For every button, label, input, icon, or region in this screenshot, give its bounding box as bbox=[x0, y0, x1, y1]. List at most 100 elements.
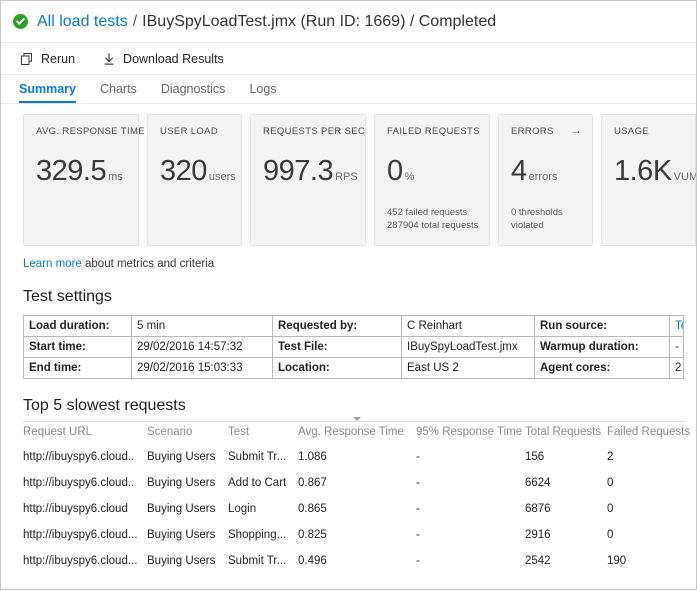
tab-logs[interactable]: Logs bbox=[249, 82, 276, 103]
table-header-row: Request URL Scenario Test Avg. Response … bbox=[23, 417, 690, 444]
table-row[interactable]: http://ibuyspy6.cloud... Buying Users Su… bbox=[23, 548, 686, 574]
cell-scenario: Buying Users bbox=[147, 529, 216, 541]
metric-card-failed-requests: FAILED REQUESTS 0 % 452 failed requests … bbox=[374, 114, 490, 246]
cell-scenario: Buying Users bbox=[147, 555, 216, 567]
metric-card-avg-response-time: AVG. RESPONSE TIME 329.5 ms bbox=[23, 114, 145, 246]
cell-total-requests: 6624 bbox=[525, 477, 551, 489]
download-results-button[interactable]: Download Results bbox=[101, 51, 224, 66]
table-row: Start time: 29/02/2016 14:57:32 Test Fil… bbox=[23, 336, 684, 358]
setting-value-test-file: IBuySpyLoadTest.jmx bbox=[401, 336, 535, 358]
breadcrumb: All load tests / IBuySpyLoadTest.jmx (Ru… bbox=[1, 1, 696, 43]
tab-summary[interactable]: Summary bbox=[19, 82, 76, 103]
setting-label-location: Location: bbox=[272, 357, 402, 379]
cell-p95-response: - bbox=[416, 529, 420, 541]
run-source-link[interactable]: Team Services portal bbox=[675, 320, 683, 332]
setting-value-agent-cores: 2 bbox=[669, 357, 684, 379]
learn-more-row: Learn more about metrics and criteria bbox=[23, 258, 696, 270]
setting-value-run-source: Team Services portal bbox=[669, 315, 684, 337]
cell-avg-response: 1.086 bbox=[298, 451, 327, 463]
setting-value-location: East US 2 bbox=[401, 357, 535, 379]
metric-value-unit: RPS bbox=[335, 171, 358, 183]
column-header-avg-response-time[interactable]: Avg. Response Time bbox=[298, 417, 416, 444]
cell-request-url: http://ibuyspy6.cloud bbox=[23, 503, 128, 515]
metric-value-number: 329.5 bbox=[36, 155, 107, 187]
arrow-right-icon[interactable]: → bbox=[570, 124, 582, 136]
learn-more-text: about metrics and criteria bbox=[81, 258, 215, 270]
metric-value-number: 0 bbox=[387, 155, 403, 187]
metric-value-number: 4 bbox=[511, 155, 527, 187]
cell-failed-requests: 2 bbox=[607, 451, 614, 463]
setting-label-agent-cores: Agent cores: bbox=[534, 357, 670, 379]
tab-charts[interactable]: Charts bbox=[100, 82, 137, 103]
metric-cards: AVG. RESPONSE TIME 329.5 ms USER LOAD 32… bbox=[1, 104, 696, 246]
cell-p95-response: - bbox=[416, 477, 420, 489]
metric-card-value: 997.3 RPS bbox=[263, 157, 358, 186]
cell-scenario: Buying Users bbox=[147, 477, 216, 489]
load-test-summary-page: All load tests / IBuySpyLoadTest.jmx (Ru… bbox=[0, 0, 697, 590]
breadcrumb-separator: / bbox=[132, 12, 138, 30]
metric-value-number: 320 bbox=[160, 155, 207, 187]
setting-label-warmup-duration: Warmup duration: bbox=[534, 336, 670, 358]
slowest-requests-table: Request URL Scenario Test Avg. Response … bbox=[23, 417, 690, 574]
cell-failed-requests: 0 bbox=[607, 529, 614, 541]
metric-card-user-load: USER LOAD 320 users bbox=[147, 114, 242, 246]
metric-card-title: FAILED REQUESTS bbox=[387, 126, 480, 137]
cell-test: Submit Tr... bbox=[228, 451, 287, 463]
column-header-total-requests[interactable]: Total Requests bbox=[525, 422, 607, 444]
table-row[interactable]: http://ibuyspy6.cloud.. Buying Users Add… bbox=[23, 470, 686, 496]
slowest-requests-heading: Top 5 slowest requests bbox=[23, 397, 186, 414]
table-row[interactable]: http://ibuyspy6.cloud.. Buying Users Sub… bbox=[23, 444, 686, 470]
cell-total-requests: 156 bbox=[525, 451, 545, 463]
breadcrumb-all-load-tests-link[interactable]: All load tests bbox=[37, 13, 128, 31]
cell-test: Add to Cart bbox=[228, 477, 287, 489]
setting-label-test-file: Test File: bbox=[272, 336, 402, 358]
metric-value-unit: ms bbox=[108, 171, 123, 183]
rerun-label: Rerun bbox=[41, 51, 76, 66]
table-row[interactable]: http://ibuyspy6.cloud... Buying Users Sh… bbox=[23, 522, 686, 548]
cell-p95-response: - bbox=[416, 451, 420, 463]
cell-test: Shopping... bbox=[228, 529, 287, 541]
column-header-request-url[interactable]: Request URL bbox=[23, 422, 147, 444]
cell-request-url: http://ibuyspy6.cloud.. bbox=[23, 451, 135, 463]
metric-card-value: 320 users bbox=[160, 157, 236, 186]
column-header-test[interactable]: Test bbox=[228, 422, 298, 444]
test-settings-heading: Test settings bbox=[23, 288, 112, 305]
cell-request-url: http://ibuyspy6.cloud... bbox=[23, 555, 138, 567]
learn-more-link[interactable]: Learn more bbox=[23, 258, 82, 270]
tab-bar: Summary Charts Diagnostics Logs bbox=[1, 75, 696, 104]
breadcrumb-current-run: IBuySpyLoadTest.jmx (Run ID: 1669) / Com… bbox=[142, 12, 497, 30]
setting-label-run-source: Run source: bbox=[534, 315, 670, 337]
table-row[interactable]: http://ibuyspy6.cloud Buying Users Login… bbox=[23, 496, 686, 522]
cell-p95-response: - bbox=[416, 503, 420, 515]
column-header-95-response-time[interactable]: 95% Response Time bbox=[416, 422, 525, 444]
table-row: Load duration: 5 min Requested by: C Rei… bbox=[23, 315, 684, 337]
rerun-icon bbox=[19, 51, 34, 66]
metric-card-value: 0 % bbox=[387, 157, 414, 186]
metric-card-title: USAGE bbox=[614, 126, 650, 137]
cell-scenario: Buying Users bbox=[147, 451, 216, 463]
metric-value-number: 997.3 bbox=[263, 155, 334, 187]
tab-diagnostics[interactable]: Diagnostics bbox=[161, 82, 226, 103]
metric-card-title: USER LOAD bbox=[160, 126, 219, 137]
cell-failed-requests: 190 bbox=[607, 555, 627, 567]
cell-test: Submit Tr... bbox=[228, 555, 287, 567]
setting-value-start-time: 29/02/2016 14:57:32 bbox=[131, 336, 273, 358]
metric-card-title: AVG. RESPONSE TIME bbox=[36, 126, 145, 137]
column-header-scenario[interactable]: Scenario bbox=[147, 422, 228, 444]
sort-descending-icon bbox=[353, 417, 361, 421]
rerun-button[interactable]: Rerun bbox=[19, 51, 75, 66]
cell-total-requests: 2542 bbox=[525, 555, 551, 567]
setting-label-end-time: End time: bbox=[23, 357, 132, 379]
cell-avg-response: 0.496 bbox=[298, 555, 327, 567]
setting-label-start-time: Start time: bbox=[23, 336, 132, 358]
metric-value-unit: % bbox=[404, 171, 415, 183]
metric-value-unit: errors bbox=[528, 171, 558, 183]
setting-value-warmup-duration: - bbox=[669, 336, 684, 358]
test-settings-table: Load duration: 5 min Requested by: C Rei… bbox=[23, 315, 684, 379]
cell-scenario: Buying Users bbox=[147, 503, 216, 515]
metric-card-errors: ERRORS → 4 errors 0 thresholds violated bbox=[498, 114, 593, 246]
cell-avg-response: 0.825 bbox=[298, 529, 327, 541]
metric-card-value: 4 errors bbox=[511, 157, 557, 186]
setting-label-load-duration: Load duration: bbox=[23, 315, 132, 337]
column-header-failed-requests[interactable]: Failed Requests bbox=[607, 422, 690, 444]
